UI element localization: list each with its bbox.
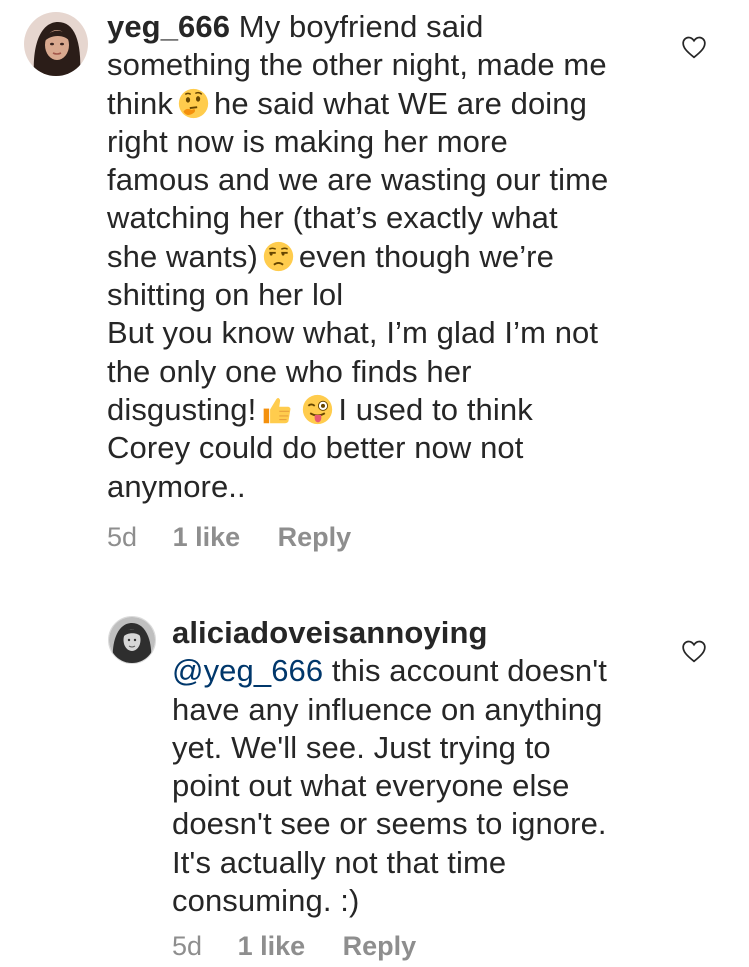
thinking-face-icon — [177, 87, 210, 120]
winking-face-with-tongue-icon — [301, 393, 334, 426]
comment-aliciadoveisannoying: aliciadoveisannoying @yeg_666 this accou… — [0, 600, 749, 967]
comment-text-span: I used to think — [338, 391, 533, 427]
like-heart-icon[interactable] — [681, 35, 707, 59]
profile-photo-image — [109, 617, 155, 663]
comment-line: yeg_666 My boyfriend said — [107, 8, 667, 46]
timestamp: 5d — [172, 931, 203, 961]
comment-line: It's actually not that time — [172, 844, 507, 880]
comment-text-span: think — [107, 85, 173, 121]
comment-line: right now is making her more — [107, 123, 508, 159]
likes-count[interactable]: 1 like — [173, 522, 241, 553]
avatar[interactable] — [108, 616, 156, 664]
comment-line: she wants) even though we’re — [107, 238, 667, 276]
comment-text: aliciadoveisannoying @yeg_666 this accou… — [172, 614, 672, 920]
username[interactable]: yeg_666 — [107, 9, 230, 44]
comment-line: shitting on her lol — [107, 277, 344, 313]
comment-line: have any influence on anything — [172, 691, 603, 727]
comment-text-span: My boyfriend said — [230, 9, 484, 44]
comment-line: Corey could do better now not — [107, 430, 524, 466]
comment-text-span: she wants) — [107, 238, 258, 274]
reply-button[interactable]: Reply — [343, 931, 417, 962]
comment-line: disgusting! I used to think — [107, 391, 667, 429]
avatar[interactable] — [24, 12, 88, 76]
comment-line: doesn't see or seems to ignore. — [172, 806, 607, 842]
comment-yeg-666: yeg_666 My boyfriend said something the … — [0, 0, 749, 570]
comment-line: aliciadoveisannoying — [172, 614, 672, 652]
comment-line: yet. We'll see. Just trying to — [172, 729, 551, 765]
timestamp: 5d — [107, 522, 138, 552]
profile-photo-image — [24, 12, 88, 76]
comment-meta: 5d 1 like Reply — [107, 522, 351, 553]
likes-count[interactable]: 1 like — [238, 931, 306, 962]
comment-line: But you know what, I’m glad I’m not — [107, 315, 599, 351]
comment-line: think he said what WE are doing — [107, 85, 667, 123]
comment-line: the only one who finds her — [107, 353, 472, 389]
comment-line: consuming. :) — [172, 883, 360, 919]
comment-line: watching her (that’s exactly what — [107, 200, 558, 236]
comment-line: famous and we are wasting our time — [107, 162, 609, 198]
thumbs-up-icon — [260, 393, 293, 426]
comment-line: anymore.. — [107, 468, 246, 504]
comment-text: yeg_666 My boyfriend said something the … — [107, 8, 667, 506]
comment-line: something the other night, made me — [107, 47, 607, 83]
comment-text-span: disgusting! — [107, 391, 257, 427]
reply-button[interactable]: Reply — [278, 522, 352, 553]
comment-line: point out what everyone else — [172, 768, 570, 804]
comment-meta: 5d 1 like Reply — [172, 931, 416, 962]
username[interactable]: aliciadoveisannoying — [172, 615, 488, 650]
like-heart-icon[interactable] — [681, 639, 707, 663]
mention-link[interactable]: @yeg_666 — [172, 653, 323, 688]
comment-line: @yeg_666 this account doesn't — [172, 652, 672, 690]
comment-text-span: even though we’re — [298, 238, 554, 274]
comment-text-span: he said what WE are doing — [213, 85, 587, 121]
comment-text-span: this account doesn't — [323, 653, 607, 689]
unamused-face-icon — [262, 240, 295, 273]
